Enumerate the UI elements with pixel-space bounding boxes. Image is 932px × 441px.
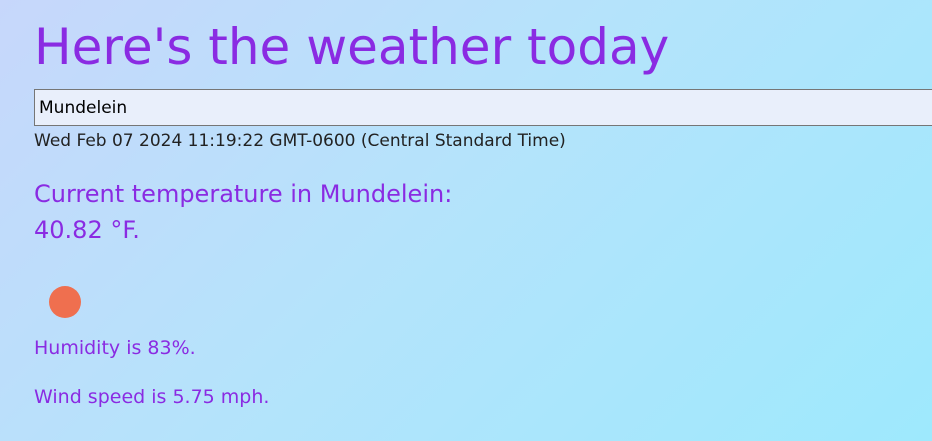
sun-icon	[49, 286, 81, 318]
page-title: Here's the weather today	[34, 18, 670, 76]
city-search-input[interactable]	[34, 89, 932, 126]
wind-speed-text: Wind speed is 5.75 mph.	[34, 386, 270, 408]
temperature-label: Current temperature in Mundelein:	[34, 180, 453, 208]
current-datetime: Wed Feb 07 2024 11:19:22 GMT-0600 (Centr…	[34, 131, 566, 151]
humidity-text: Humidity is 83%.	[34, 337, 196, 359]
temperature-value: 40.82 °F.	[34, 216, 140, 244]
